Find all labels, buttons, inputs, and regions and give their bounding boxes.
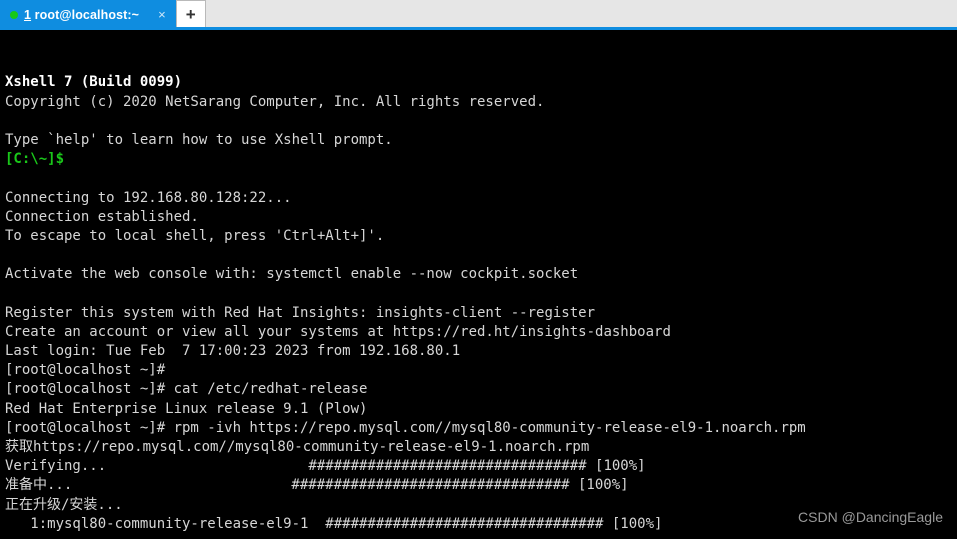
- terminal-line: Copyright (c) 2020 NetSarang Computer, I…: [5, 93, 545, 110]
- tab-bar-empty-area: [205, 0, 957, 30]
- terminal-line: Type `help' to learn how to use Xshell p…: [5, 131, 393, 148]
- terminal-line: [root@localhost ~]#: [5, 362, 166, 379]
- terminal-line: 获取https://repo.mysql.com//mysql80-commun…: [5, 438, 590, 455]
- tab-title: root@localhost:~: [31, 8, 140, 22]
- new-tab-button[interactable]: +: [175, 0, 206, 27]
- tab-label: 1 root@localhost:~: [24, 8, 139, 22]
- terminal-line: 正在升级/安装...: [5, 496, 123, 513]
- terminal-line: 1:mysql80-community-release-el9-1 ######…: [5, 515, 663, 532]
- terminal-line: [root@localhost ~]# cat /etc/redhat-rele…: [5, 381, 368, 398]
- terminal-line: Activate the web console with: systemctl…: [5, 266, 579, 283]
- close-icon[interactable]: ×: [155, 8, 169, 23]
- terminal-output[interactable]: Xshell 7 (Build 0099) Copyright (c) 2020 …: [0, 30, 957, 539]
- terminal-line: Register this system with Red Hat Insigh…: [5, 304, 596, 321]
- green-dot-icon: [10, 11, 18, 19]
- terminal-line: 准备中... #################################…: [5, 477, 629, 494]
- terminal-line: [C:\~]$: [5, 151, 65, 168]
- terminal-line: Connection established.: [5, 208, 199, 225]
- terminal-line: To escape to local shell, press 'Ctrl+Al…: [5, 227, 385, 244]
- terminal-line: Connecting to 192.168.80.128:22...: [5, 189, 292, 206]
- terminal-line: Xshell 7 (Build 0099): [5, 74, 183, 91]
- xshell-window: 1 root@localhost:~ × + Xshell 7 (Build 0…: [0, 0, 957, 539]
- terminal-line: Red Hat Enterprise Linux release 9.1 (Pl…: [5, 400, 368, 417]
- terminal-line: [root@localhost ~]# rpm -ivh https://rep…: [5, 419, 806, 436]
- terminal-tab-1[interactable]: 1 root@localhost:~ ×: [0, 0, 176, 30]
- terminal-scrollback: Xshell 7 (Build 0099) Copyright (c) 2020 …: [5, 73, 957, 534]
- tab-index: 1: [24, 8, 32, 22]
- terminal-line: Create an account or view all your syste…: [5, 323, 671, 340]
- terminal-line: Last login: Tue Feb 7 17:00:23 2023 from…: [5, 343, 461, 360]
- tab-bar: 1 root@localhost:~ × +: [0, 0, 957, 30]
- terminal-line: Verifying... ###########################…: [5, 458, 646, 475]
